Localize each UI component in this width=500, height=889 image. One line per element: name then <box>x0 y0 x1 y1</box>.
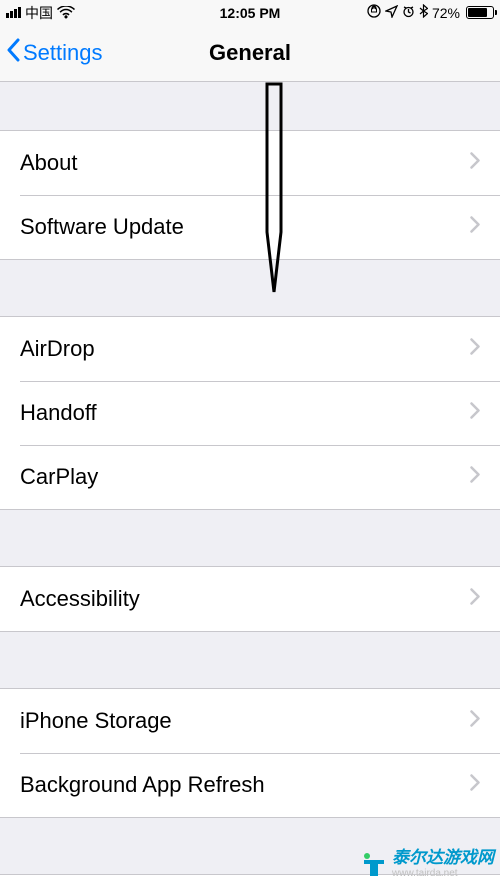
chevron-right-icon <box>470 216 480 238</box>
wifi-icon <box>57 6 75 19</box>
row-about[interactable]: About <box>0 131 500 195</box>
chevron-right-icon <box>470 588 480 610</box>
chevron-right-icon <box>470 338 480 360</box>
row-label: AirDrop <box>20 336 470 362</box>
status-time: 12:05 PM <box>220 5 281 21</box>
status-left: 中国 <box>6 3 75 23</box>
status-bar: 中国 12:05 PM 72% <box>0 0 500 25</box>
chevron-right-icon <box>470 466 480 488</box>
carrier-label: 中国 <box>25 3 53 23</box>
row-label: CarPlay <box>20 464 470 490</box>
battery-percent: 72% <box>432 5 460 21</box>
group-connectivity: AirDrop Handoff CarPlay <box>0 316 500 510</box>
back-button[interactable]: Settings <box>0 38 103 68</box>
chevron-right-icon <box>470 710 480 732</box>
navigation-bar: Settings General <box>0 25 500 82</box>
row-accessibility[interactable]: Accessibility <box>0 567 500 631</box>
row-carplay[interactable]: CarPlay <box>0 445 500 509</box>
row-label: Handoff <box>20 400 470 426</box>
group-about: About Software Update <box>0 130 500 260</box>
row-label: Accessibility <box>20 586 470 612</box>
chevron-left-icon <box>6 38 21 68</box>
location-icon <box>385 5 398 21</box>
battery-icon <box>466 6 494 19</box>
row-handoff[interactable]: Handoff <box>0 381 500 445</box>
status-right: 72% <box>367 4 494 21</box>
row-iphone-storage[interactable]: iPhone Storage <box>0 689 500 753</box>
row-label: About <box>20 150 470 176</box>
row-label: Background App Refresh <box>20 772 470 798</box>
group-accessibility: Accessibility <box>0 566 500 632</box>
page-title: General <box>209 40 291 66</box>
group-restrictions: Restrictions Off <box>0 874 500 889</box>
chevron-right-icon <box>470 774 480 796</box>
orientation-lock-icon <box>367 4 381 21</box>
signal-icon <box>6 7 21 18</box>
group-storage: iPhone Storage Background App Refresh <box>0 688 500 818</box>
row-airdrop[interactable]: AirDrop <box>0 317 500 381</box>
chevron-right-icon <box>470 152 480 174</box>
row-label: iPhone Storage <box>20 708 470 734</box>
row-background-app-refresh[interactable]: Background App Refresh <box>0 753 500 817</box>
back-label: Settings <box>23 40 103 66</box>
content-scroll[interactable]: About Software Update AirDrop Handoff Ca… <box>0 82 500 889</box>
row-software-update[interactable]: Software Update <box>0 195 500 259</box>
bluetooth-icon <box>419 4 428 21</box>
alarm-icon <box>402 5 415 21</box>
row-label: Software Update <box>20 214 470 240</box>
row-restrictions[interactable]: Restrictions Off <box>0 875 500 889</box>
chevron-right-icon <box>470 402 480 424</box>
